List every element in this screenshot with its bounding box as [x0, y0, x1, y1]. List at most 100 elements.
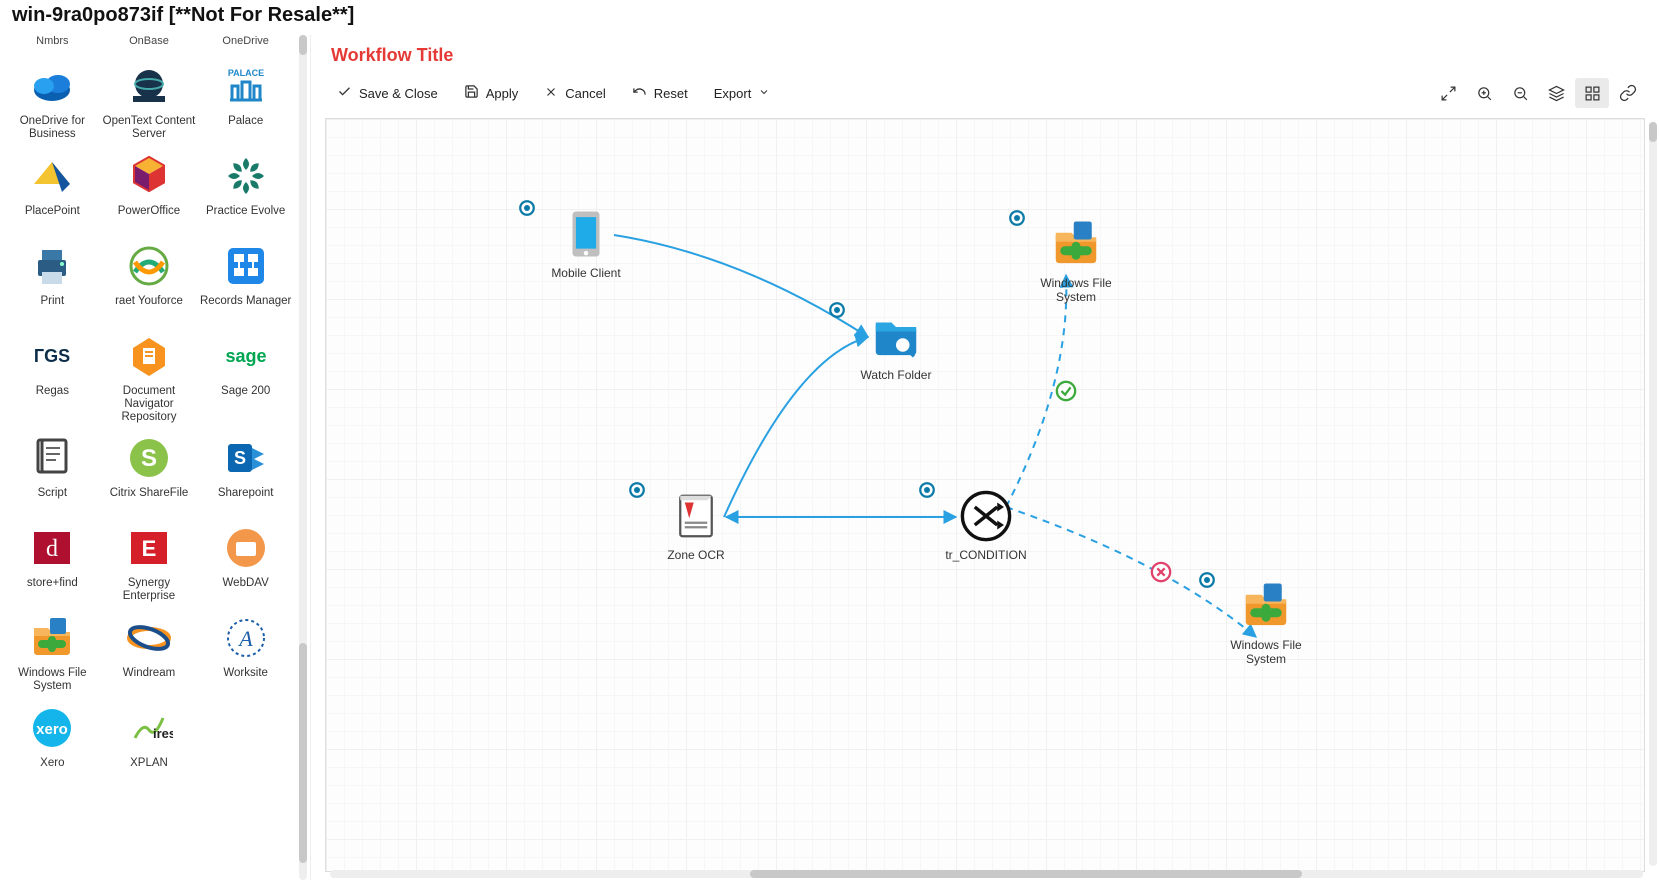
worksite-icon	[221, 613, 271, 663]
sage-icon	[221, 331, 271, 381]
workflow-canvas[interactable]: Mobile Client Watch Folder Windows File …	[326, 119, 1645, 872]
palette-item-xero[interactable]: Xero	[4, 699, 101, 785]
canvas-viewport[interactable]: Mobile Client Watch Folder Windows File …	[325, 118, 1645, 872]
palette-item-doc-nav-repo[interactable]: Document Navigator Repository	[101, 327, 198, 425]
palette-item-sage[interactable]: Sage 200	[197, 327, 294, 425]
palette-item-raet[interactable]: raet Youforce	[101, 237, 198, 323]
sharepoint-icon	[221, 433, 271, 483]
palette-item-palace[interactable]: Palace	[197, 57, 294, 143]
node-handle[interactable]	[828, 301, 846, 319]
palette-item-label: Document Navigator Repository	[101, 385, 197, 425]
palette-item-label: Palace	[228, 115, 263, 128]
palette-item-practice-evolve[interactable]: Practice Evolve	[197, 147, 294, 233]
node-handle[interactable]	[1198, 571, 1216, 589]
palette-item-synergy[interactable]: Synergy Enterprise	[101, 519, 198, 605]
sharefile-icon	[124, 433, 174, 483]
node-handle[interactable]	[518, 199, 536, 217]
palace-icon	[221, 61, 271, 111]
scroll-thumb-top[interactable]	[299, 35, 307, 55]
palette-item-partial[interactable]: Nmbrs	[4, 35, 101, 53]
fullscreen-icon	[1440, 85, 1457, 102]
canvas-hscrollbar[interactable]	[330, 870, 1643, 878]
node-watch[interactable]: Watch Folder	[846, 309, 946, 383]
cancel-label: Cancel	[565, 86, 605, 101]
zoom-in-button[interactable]	[1467, 78, 1501, 108]
zoom-in-icon	[1476, 85, 1493, 102]
undo-icon	[632, 84, 647, 102]
placepoint-icon	[27, 151, 77, 201]
palette-item-windream[interactable]: Windream	[101, 609, 198, 695]
palette-item-partial[interactable]: OnBase	[101, 35, 198, 53]
palette-item-label: Citrix ShareFile	[110, 487, 189, 500]
records-manager-icon	[221, 241, 271, 291]
palette-item-label: Worksite	[223, 667, 268, 680]
hscroll-thumb[interactable]	[750, 870, 1301, 878]
palette-item-label: Practice Evolve	[206, 205, 285, 218]
node-handle[interactable]	[918, 481, 936, 499]
palette-item-print[interactable]: Print	[4, 237, 101, 323]
palette-item-script[interactable]: Script	[4, 429, 101, 515]
layers-button[interactable]	[1539, 78, 1573, 108]
export-button[interactable]: Export	[702, 80, 783, 107]
palette-item-label: Sharepoint	[218, 487, 274, 500]
reset-button[interactable]: Reset	[620, 78, 700, 108]
node-condition[interactable]: tr_CONDITION	[936, 489, 1036, 563]
grid-toggle-button[interactable]	[1575, 78, 1609, 108]
doc-nav-repo-icon	[124, 331, 174, 381]
node-handle[interactable]	[1008, 209, 1026, 227]
node-winfs1[interactable]: Windows File System	[1026, 217, 1126, 305]
storefind-icon	[27, 523, 77, 573]
poweroffice-icon	[124, 151, 174, 201]
canvas-vscrollbar[interactable]	[1649, 122, 1657, 866]
check-icon	[337, 84, 352, 102]
palette-scrollbar[interactable]	[299, 35, 307, 880]
grid-icon	[1584, 85, 1601, 102]
palette-item-label: OneDrive for Business	[4, 115, 100, 141]
palette-item-opentext[interactable]: OpenText Content Server	[101, 57, 198, 143]
palette-item-placepoint[interactable]: PlacePoint	[4, 147, 101, 233]
raet-icon	[124, 241, 174, 291]
save-icon	[464, 84, 479, 102]
practice-evolve-icon	[221, 151, 271, 201]
watch-folder-icon	[869, 309, 923, 363]
synergy-icon	[124, 523, 174, 573]
palette-item-xplan[interactable]: XPLAN	[101, 699, 198, 785]
scroll-thumb-main[interactable]	[299, 643, 307, 863]
reset-label: Reset	[654, 86, 688, 101]
palette-item-label: Windream	[123, 667, 175, 680]
layers-icon	[1548, 85, 1565, 102]
palette-item-label: Synergy Enterprise	[101, 577, 197, 603]
palette-item-onedrive-business[interactable]: OneDrive for Business	[4, 57, 101, 143]
palette-item-win-fs[interactable]: Windows File System	[4, 609, 101, 695]
win-fs-icon	[27, 613, 77, 663]
palette-item-records-manager[interactable]: Records Manager	[197, 237, 294, 323]
palette-item-sharefile[interactable]: Citrix ShareFile	[101, 429, 198, 515]
fullscreen-button[interactable]	[1431, 78, 1465, 108]
node-label: Zone OCR	[667, 549, 724, 563]
cancel-button[interactable]: Cancel	[532, 79, 617, 108]
node-handle[interactable]	[628, 481, 646, 499]
zone-ocr-icon	[669, 489, 723, 543]
node-zoneocr[interactable]: Zone OCR	[646, 489, 746, 563]
palette-item-label: Sage 200	[221, 385, 270, 398]
vscroll-thumb-top[interactable]	[1649, 122, 1657, 142]
palette-item-regas[interactable]: Regas	[4, 327, 101, 425]
palette-item-poweroffice[interactable]: PowerOffice	[101, 147, 198, 233]
save-close-button[interactable]: Save & Close	[325, 78, 450, 108]
palette-item-worksite[interactable]: Worksite	[197, 609, 294, 695]
node-label: Watch Folder	[861, 369, 932, 383]
palette-item-sharepoint[interactable]: Sharepoint	[197, 429, 294, 515]
apply-button[interactable]: Apply	[452, 78, 531, 108]
palette-item-partial[interactable]: OneDrive	[197, 35, 294, 53]
zoom-out-button[interactable]	[1503, 78, 1537, 108]
palette-item-webdav[interactable]: WebDAV	[197, 519, 294, 605]
opentext-icon	[124, 61, 174, 111]
apply-label: Apply	[486, 86, 519, 101]
link-button[interactable]	[1611, 78, 1645, 108]
palette-item-label: Xero	[40, 757, 64, 770]
node-winfs2[interactable]: Windows File System	[1216, 579, 1316, 667]
palette-item-storefind[interactable]: store+find	[4, 519, 101, 605]
palette-item-label: Regas	[36, 385, 69, 398]
script-icon	[27, 433, 77, 483]
node-mobile[interactable]: Mobile Client	[536, 207, 636, 281]
